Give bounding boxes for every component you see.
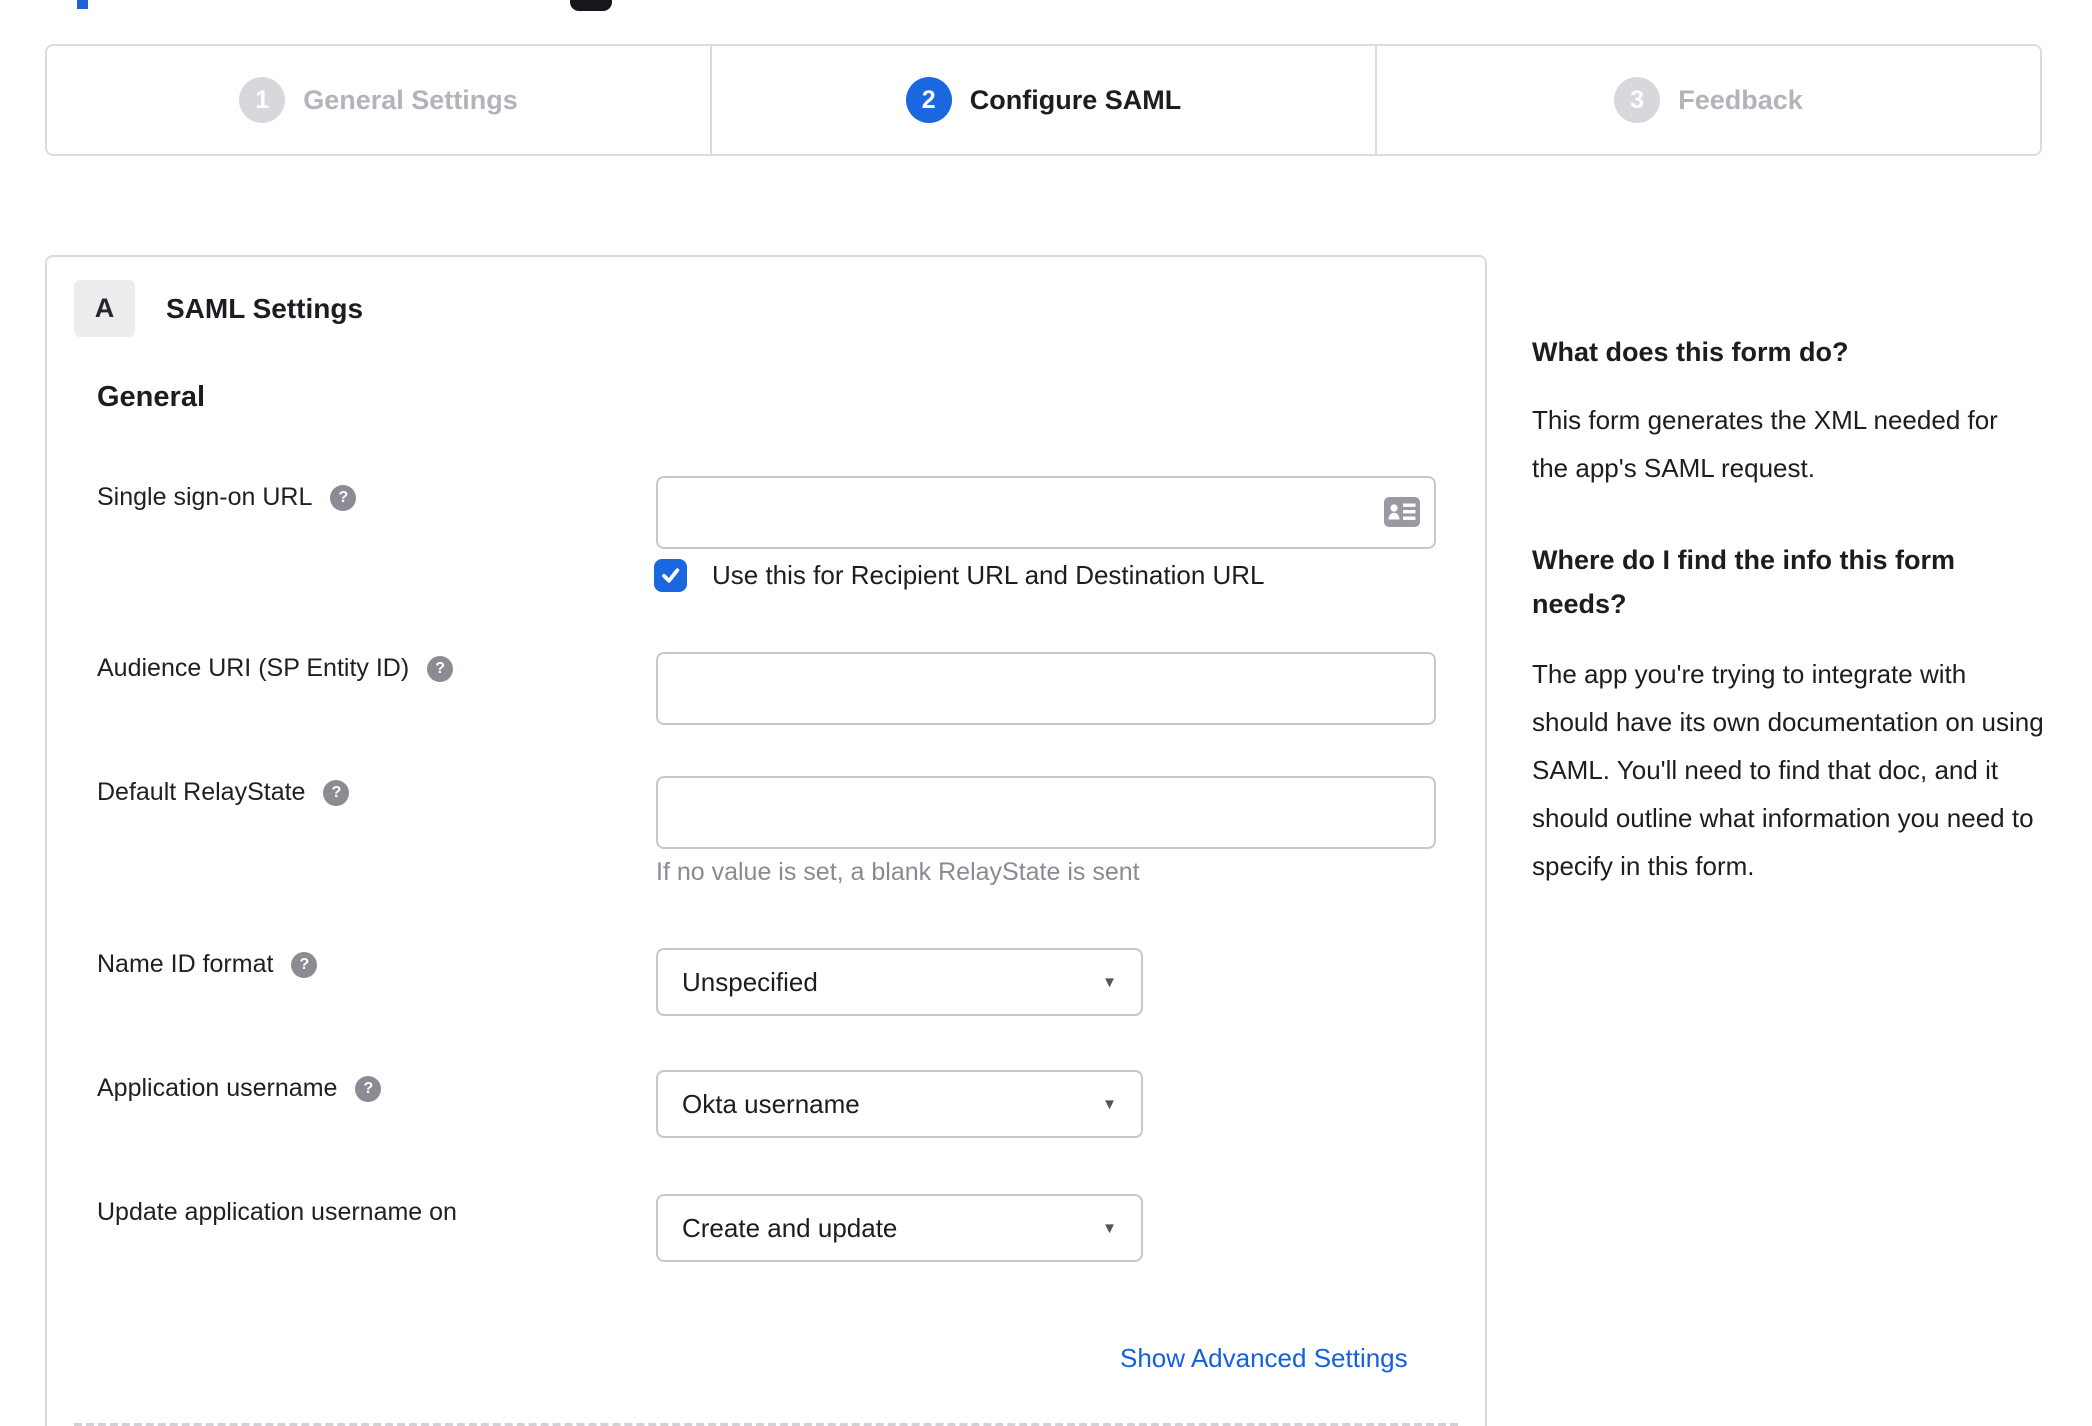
step-3-circle: 3 (1614, 77, 1661, 123)
panel-title: SAML Settings (166, 293, 364, 324)
update-username-select[interactable]: Create and update ▼ (656, 1194, 1143, 1262)
help-answer-2: The app you're trying to integrate with … (1532, 659, 2044, 881)
section-a-badge: A (74, 280, 135, 337)
relay-state-label: Default RelayState (97, 778, 306, 806)
cropped-header-fragment-blue (77, 0, 88, 9)
app-username-help-icon[interactable]: ? (355, 1075, 382, 1102)
step-3-label: Feedback (1678, 84, 1803, 115)
update-username-label-row: Update application username on (97, 1198, 457, 1227)
show-advanced-settings-link[interactable]: Show Advanced Settings (1120, 1343, 1408, 1374)
recipient-url-checkbox-label: Use this for Recipient URL and Destinati… (712, 560, 1265, 590)
help-question-1: What does this form do? (1532, 337, 1849, 367)
relay-state-help-icon[interactable]: ? (323, 779, 350, 806)
audience-uri-label: Audience URI (SP Entity ID) (97, 654, 410, 682)
step-1-circle: 1 (239, 77, 286, 123)
sso-url-label: Single sign-on URL (97, 483, 313, 511)
step-1-label: General Settings (303, 84, 518, 115)
name-id-format-help-icon[interactable]: ? (291, 951, 318, 978)
help-question-2: Where do I find the info this form needs… (1532, 545, 1955, 619)
help-answer-1: This form generates the XML needed for t… (1532, 405, 1998, 483)
name-id-format-label: Name ID format (97, 950, 274, 978)
chevron-down-icon: ▼ (1102, 973, 1117, 991)
app-username-select[interactable]: Okta username ▼ (656, 1070, 1143, 1138)
checkmark-icon (662, 568, 680, 583)
recipient-url-checkbox[interactable] (654, 559, 687, 592)
relay-state-hint: If no value is set, a blank RelayState i… (656, 858, 1140, 886)
chevron-down-icon: ▼ (1102, 1095, 1117, 1113)
step-general-settings[interactable]: 1 General Settings (47, 46, 710, 154)
step-2-label: Configure SAML (969, 84, 1182, 115)
sso-url-label-row: Single sign-on URL ? (97, 483, 357, 512)
cropped-header-fragment-dark (570, 0, 612, 11)
relay-state-label-row: Default RelayState ? (97, 778, 350, 807)
step-2-circle: 2 (905, 77, 952, 123)
app-username-label-row: Application username ? (97, 1074, 382, 1103)
step-feedback[interactable]: 3 Feedback (1375, 46, 2040, 154)
sso-url-input-wrap (656, 476, 1436, 549)
general-section-heading: General (97, 381, 205, 413)
sso-url-input[interactable] (656, 476, 1436, 549)
audience-uri-help-icon[interactable]: ? (427, 655, 454, 682)
name-id-format-label-row: Name ID format ? (97, 950, 318, 979)
help-sidebar: What does this form do? This form genera… (1532, 330, 2047, 890)
relay-state-input[interactable] (656, 776, 1436, 849)
sso-url-help-icon[interactable]: ? (330, 484, 357, 511)
update-username-label: Update application username on (97, 1198, 457, 1226)
wizard-stepper: 1 General Settings 2 Configure SAML 3 Fe… (45, 44, 2042, 156)
audience-uri-input[interactable] (656, 652, 1436, 725)
name-id-format-value: Unspecified (682, 966, 818, 997)
name-id-format-select[interactable]: Unspecified ▼ (656, 948, 1143, 1016)
app-username-value: Okta username (682, 1088, 860, 1119)
update-username-value: Create and update (682, 1212, 898, 1243)
app-username-label: Application username (97, 1074, 338, 1102)
saml-settings-panel: A SAML Settings General Single sign-on U… (45, 255, 1487, 1426)
configure-saml-page: 1 General Settings 2 Configure SAML 3 Fe… (0, 0, 2092, 1426)
audience-uri-label-row: Audience URI (SP Entity ID) ? (97, 654, 454, 683)
step-configure-saml[interactable]: 2 Configure SAML (710, 46, 1375, 154)
chevron-down-icon: ▼ (1102, 1219, 1117, 1237)
contact-card-icon (1384, 497, 1420, 527)
